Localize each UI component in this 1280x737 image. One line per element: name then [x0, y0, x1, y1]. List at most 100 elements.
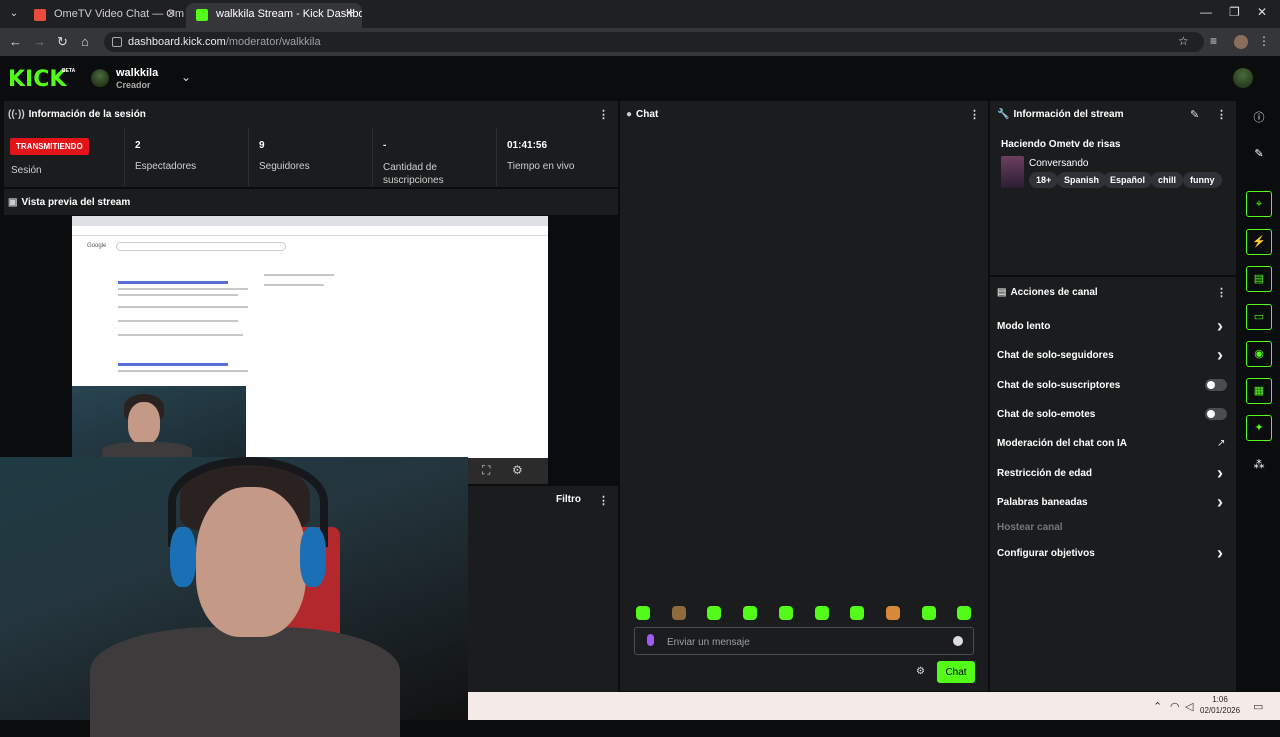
apps-icon[interactable]: ⁂: [1246, 453, 1272, 479]
minimize-icon[interactable]: —: [1200, 5, 1212, 19]
channel-actions-title: ▤ Acciones de canal: [997, 287, 1098, 298]
user-profile-avatar[interactable]: [1233, 68, 1253, 88]
tab-title: OmeTV Video Chat — Omegle: [54, 8, 184, 20]
followers-count: 9: [259, 140, 265, 151]
restore-icon[interactable]: ❐: [1229, 5, 1240, 19]
url-field[interactable]: dashboard.kick.com/moderator/walkkila: [104, 32, 1204, 52]
home-icon[interactable]: ⌂: [81, 34, 89, 49]
subs-count: -: [383, 140, 387, 151]
menu-icon[interactable]: ⋮: [1258, 34, 1270, 48]
headset: [170, 527, 196, 587]
tab-kick-dashboard[interactable]: walkkila Stream - Kick Dashboa ✕: [186, 3, 362, 28]
emote-icon[interactable]: [672, 606, 686, 620]
forward-icon[interactable]: →: [33, 34, 46, 49]
channel-action-label[interactable]: Restricción de edad: [997, 468, 1092, 479]
emote-icon[interactable]: [850, 606, 864, 620]
chevron-right-icon[interactable]: ›: [1217, 464, 1223, 482]
tray-chevron-icon[interactable]: ⌃: [1153, 700, 1162, 713]
edit-stream-icon[interactable]: ✎: [1190, 108, 1199, 121]
emote-icon[interactable]: [779, 606, 793, 620]
capture-addressbar: [72, 226, 548, 236]
browser-address-bar: ← → ↻ ⌂ dashboard.kick.com/moderator/wal…: [0, 28, 1280, 56]
chevron-right-icon[interactable]: ›: [1217, 346, 1223, 364]
chevron-right-icon[interactable]: ›: [1217, 544, 1223, 562]
lightning-icon[interactable]: ⚡: [1246, 229, 1272, 255]
chevron-right-icon[interactable]: ›: [1217, 493, 1223, 511]
channel-switch-chevron-icon[interactable]: ⌄: [181, 70, 191, 84]
emote-icon[interactable]: [886, 606, 900, 620]
capture-icon[interactable]: ⌖: [1246, 191, 1272, 217]
microphone-icon[interactable]: [647, 634, 654, 646]
notes-icon[interactable]: ▤: [1246, 266, 1272, 292]
info-icon[interactable]: ⓘ: [1246, 106, 1272, 132]
new-tab-icon[interactable]: +: [346, 5, 355, 23]
close-window-icon[interactable]: ✕: [1257, 5, 1267, 19]
channel-action-label[interactable]: Configurar objetivos: [997, 548, 1095, 559]
session-info-title: ((·)) Información de la sesión: [8, 109, 146, 120]
session-more-icon[interactable]: ⋮: [598, 108, 609, 121]
stream-tag: Spanish: [1057, 172, 1107, 188]
channel-actions-more-icon[interactable]: ⋮: [1216, 286, 1227, 299]
toggle-switch[interactable]: [1205, 408, 1227, 420]
live-status-badge: TRANSMITIENDO: [10, 138, 89, 155]
preview-settings-icon[interactable]: ⚙: [512, 463, 523, 477]
reading-list-icon[interactable]: ≡: [1210, 34, 1217, 48]
broadcast-rail-icon[interactable]: ◉: [1246, 341, 1272, 367]
edit-icon[interactable]: ✎: [1246, 142, 1272, 168]
fullscreen-icon[interactable]: ⛶: [482, 463, 490, 478]
channel-action-label[interactable]: Modo lento: [997, 321, 1050, 332]
back-icon[interactable]: ←: [9, 34, 22, 49]
bookmark-star-icon[interactable]: ☆: [1178, 34, 1189, 48]
channel-action-label[interactable]: Chat de solo-seguidores: [997, 350, 1114, 361]
session-label: Sesión: [11, 165, 42, 176]
emote-icon[interactable]: [707, 606, 721, 620]
system-clock[interactable]: 1:06 02/01/2026: [1200, 694, 1240, 716]
stat-divider: [372, 128, 373, 186]
chat-message-input[interactable]: [667, 634, 947, 650]
emote-icon[interactable]: [815, 606, 829, 620]
capture-link: [118, 363, 228, 366]
emote-icon[interactable]: [957, 606, 971, 620]
chat-panel: [620, 101, 988, 691]
channel-action-label[interactable]: Moderación del chat con IA: [997, 438, 1127, 449]
send-chat-button[interactable]: Chat: [937, 661, 975, 683]
chat-settings-icon[interactable]: ⚙: [916, 666, 925, 677]
browser-profile-avatar[interactable]: [1234, 35, 1248, 49]
volume-icon[interactable]: ◁: [1185, 700, 1193, 713]
beta-badge: BETA: [62, 68, 76, 74]
capture-line: [118, 306, 248, 308]
filter-label[interactable]: Filtro: [556, 494, 581, 505]
stream-category[interactable]: Conversando: [1029, 158, 1088, 169]
tools-icon[interactable]: ✦: [1246, 415, 1272, 441]
channel-action-label[interactable]: Palabras baneadas: [997, 497, 1088, 508]
channel-action-label[interactable]: Chat de solo-emotes: [997, 409, 1095, 420]
wifi-icon[interactable]: ◠: [1170, 700, 1180, 713]
emoji-picker-icon[interactable]: [953, 636, 963, 646]
stat-divider: [496, 128, 497, 186]
notifications-icon[interactable]: ▭: [1253, 700, 1263, 713]
category-thumbnail: [1001, 156, 1024, 188]
emote-icon[interactable]: [743, 606, 757, 620]
site-info-icon[interactable]: [112, 37, 122, 47]
tab-search-icon[interactable]: ⌄: [6, 6, 22, 22]
chevron-right-icon[interactable]: ›: [1217, 317, 1223, 335]
chat-input-box[interactable]: [634, 627, 974, 655]
stream-preview-title: ▣ Vista previa del stream: [8, 197, 131, 208]
channel-name[interactable]: walkkila: [116, 67, 158, 79]
external-link-icon[interactable]: ↗: [1217, 438, 1225, 449]
webcam-preview-small: [72, 386, 246, 462]
close-tab-icon[interactable]: ✕: [167, 3, 176, 26]
stream-tag: 18+: [1029, 172, 1059, 188]
emote-icon[interactable]: [922, 606, 936, 620]
toggle-switch[interactable]: [1205, 379, 1227, 391]
tab-ometv[interactable]: OmeTV Video Chat — Omegle ✕: [24, 3, 184, 28]
chat-icon[interactable]: ▭: [1246, 304, 1272, 330]
stream-info-more-icon[interactable]: ⋮: [1216, 108, 1227, 121]
chat-more-icon[interactable]: ⋮: [969, 108, 980, 121]
kick-logo[interactable]: KICK: [8, 67, 66, 92]
layout-icon[interactable]: ▦: [1246, 378, 1272, 404]
reload-icon[interactable]: ↻: [57, 34, 68, 50]
filter-more-icon[interactable]: ⋮: [598, 494, 609, 507]
emote-icon[interactable]: [636, 606, 650, 620]
channel-action-label[interactable]: Chat de solo-suscriptores: [997, 380, 1120, 391]
